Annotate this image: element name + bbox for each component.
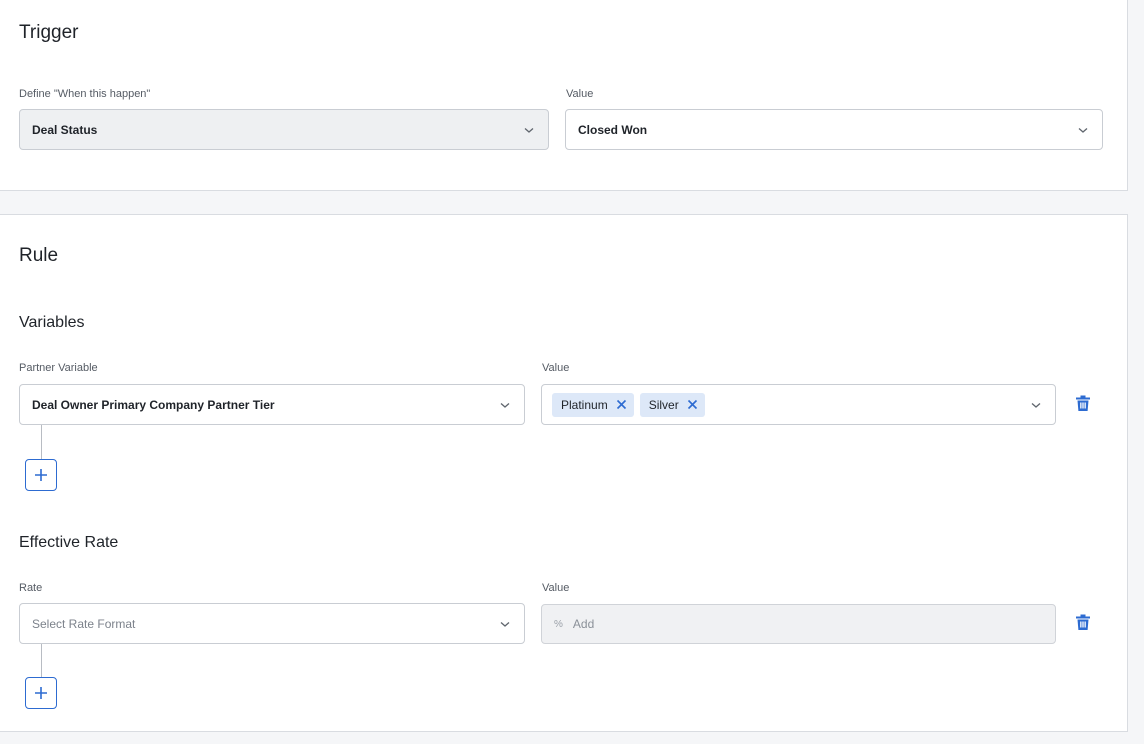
rule-card: Rule Variables Partner Variable Deal Own… [0,214,1128,732]
rate-label: Rate [19,582,43,594]
trash-icon[interactable] [1075,395,1091,412]
rate-value-input[interactable]: % Add [541,604,1056,644]
define-select-value: Deal Status [32,122,98,137]
chevron-down-icon [524,127,534,133]
trigger-title: Trigger [19,22,79,43]
variables-title: Variables [19,314,85,331]
partner-variable-select[interactable]: Deal Owner Primary Company Partner Tier [19,384,525,425]
percent-prefix: % [554,618,563,630]
chevron-down-icon [1031,402,1041,408]
connector-line [41,425,42,461]
rate-select-placeholder: Select Rate Format [32,616,136,631]
rate-value-placeholder: Add [572,617,595,631]
close-icon[interactable] [687,399,698,410]
chevron-down-icon [500,402,510,408]
rule-title: Rule [19,245,59,266]
trigger-card: Trigger Define "When this happen" Deal S… [0,0,1128,191]
close-icon[interactable] [616,399,627,410]
chevron-down-icon [1078,127,1088,133]
add-rate-button[interactable] [25,677,57,709]
chip-list: Platinum Silver [552,392,1029,417]
chevron-down-icon [500,621,510,627]
rate-value-label: Value [542,582,570,594]
define-select[interactable]: Deal Status [19,109,549,150]
effective-rate-title: Effective Rate [19,534,119,551]
partner-variable-select-value: Deal Owner Primary Company Partner Tier [32,397,275,412]
chip-platinum: Platinum [552,392,634,417]
add-variable-button[interactable] [25,459,57,491]
chip-label: Silver [648,397,679,412]
variable-value-label: Value [542,362,570,374]
plus-icon [35,687,47,699]
plus-icon [35,469,47,481]
partner-variable-label: Partner Variable [19,362,98,374]
connector-line [41,644,42,678]
trigger-value-label: Value [566,88,594,100]
rate-select[interactable]: Select Rate Format [19,603,525,644]
chip-label: Platinum [561,397,608,412]
define-label: Define "When this happen" [19,88,151,100]
chip-silver: Silver [639,392,705,417]
trigger-value-select[interactable]: Closed Won [565,109,1103,150]
trigger-value-select-value: Closed Won [578,122,648,137]
trash-icon[interactable] [1075,614,1091,631]
variable-value-multiselect[interactable]: Platinum Silver [541,384,1056,425]
